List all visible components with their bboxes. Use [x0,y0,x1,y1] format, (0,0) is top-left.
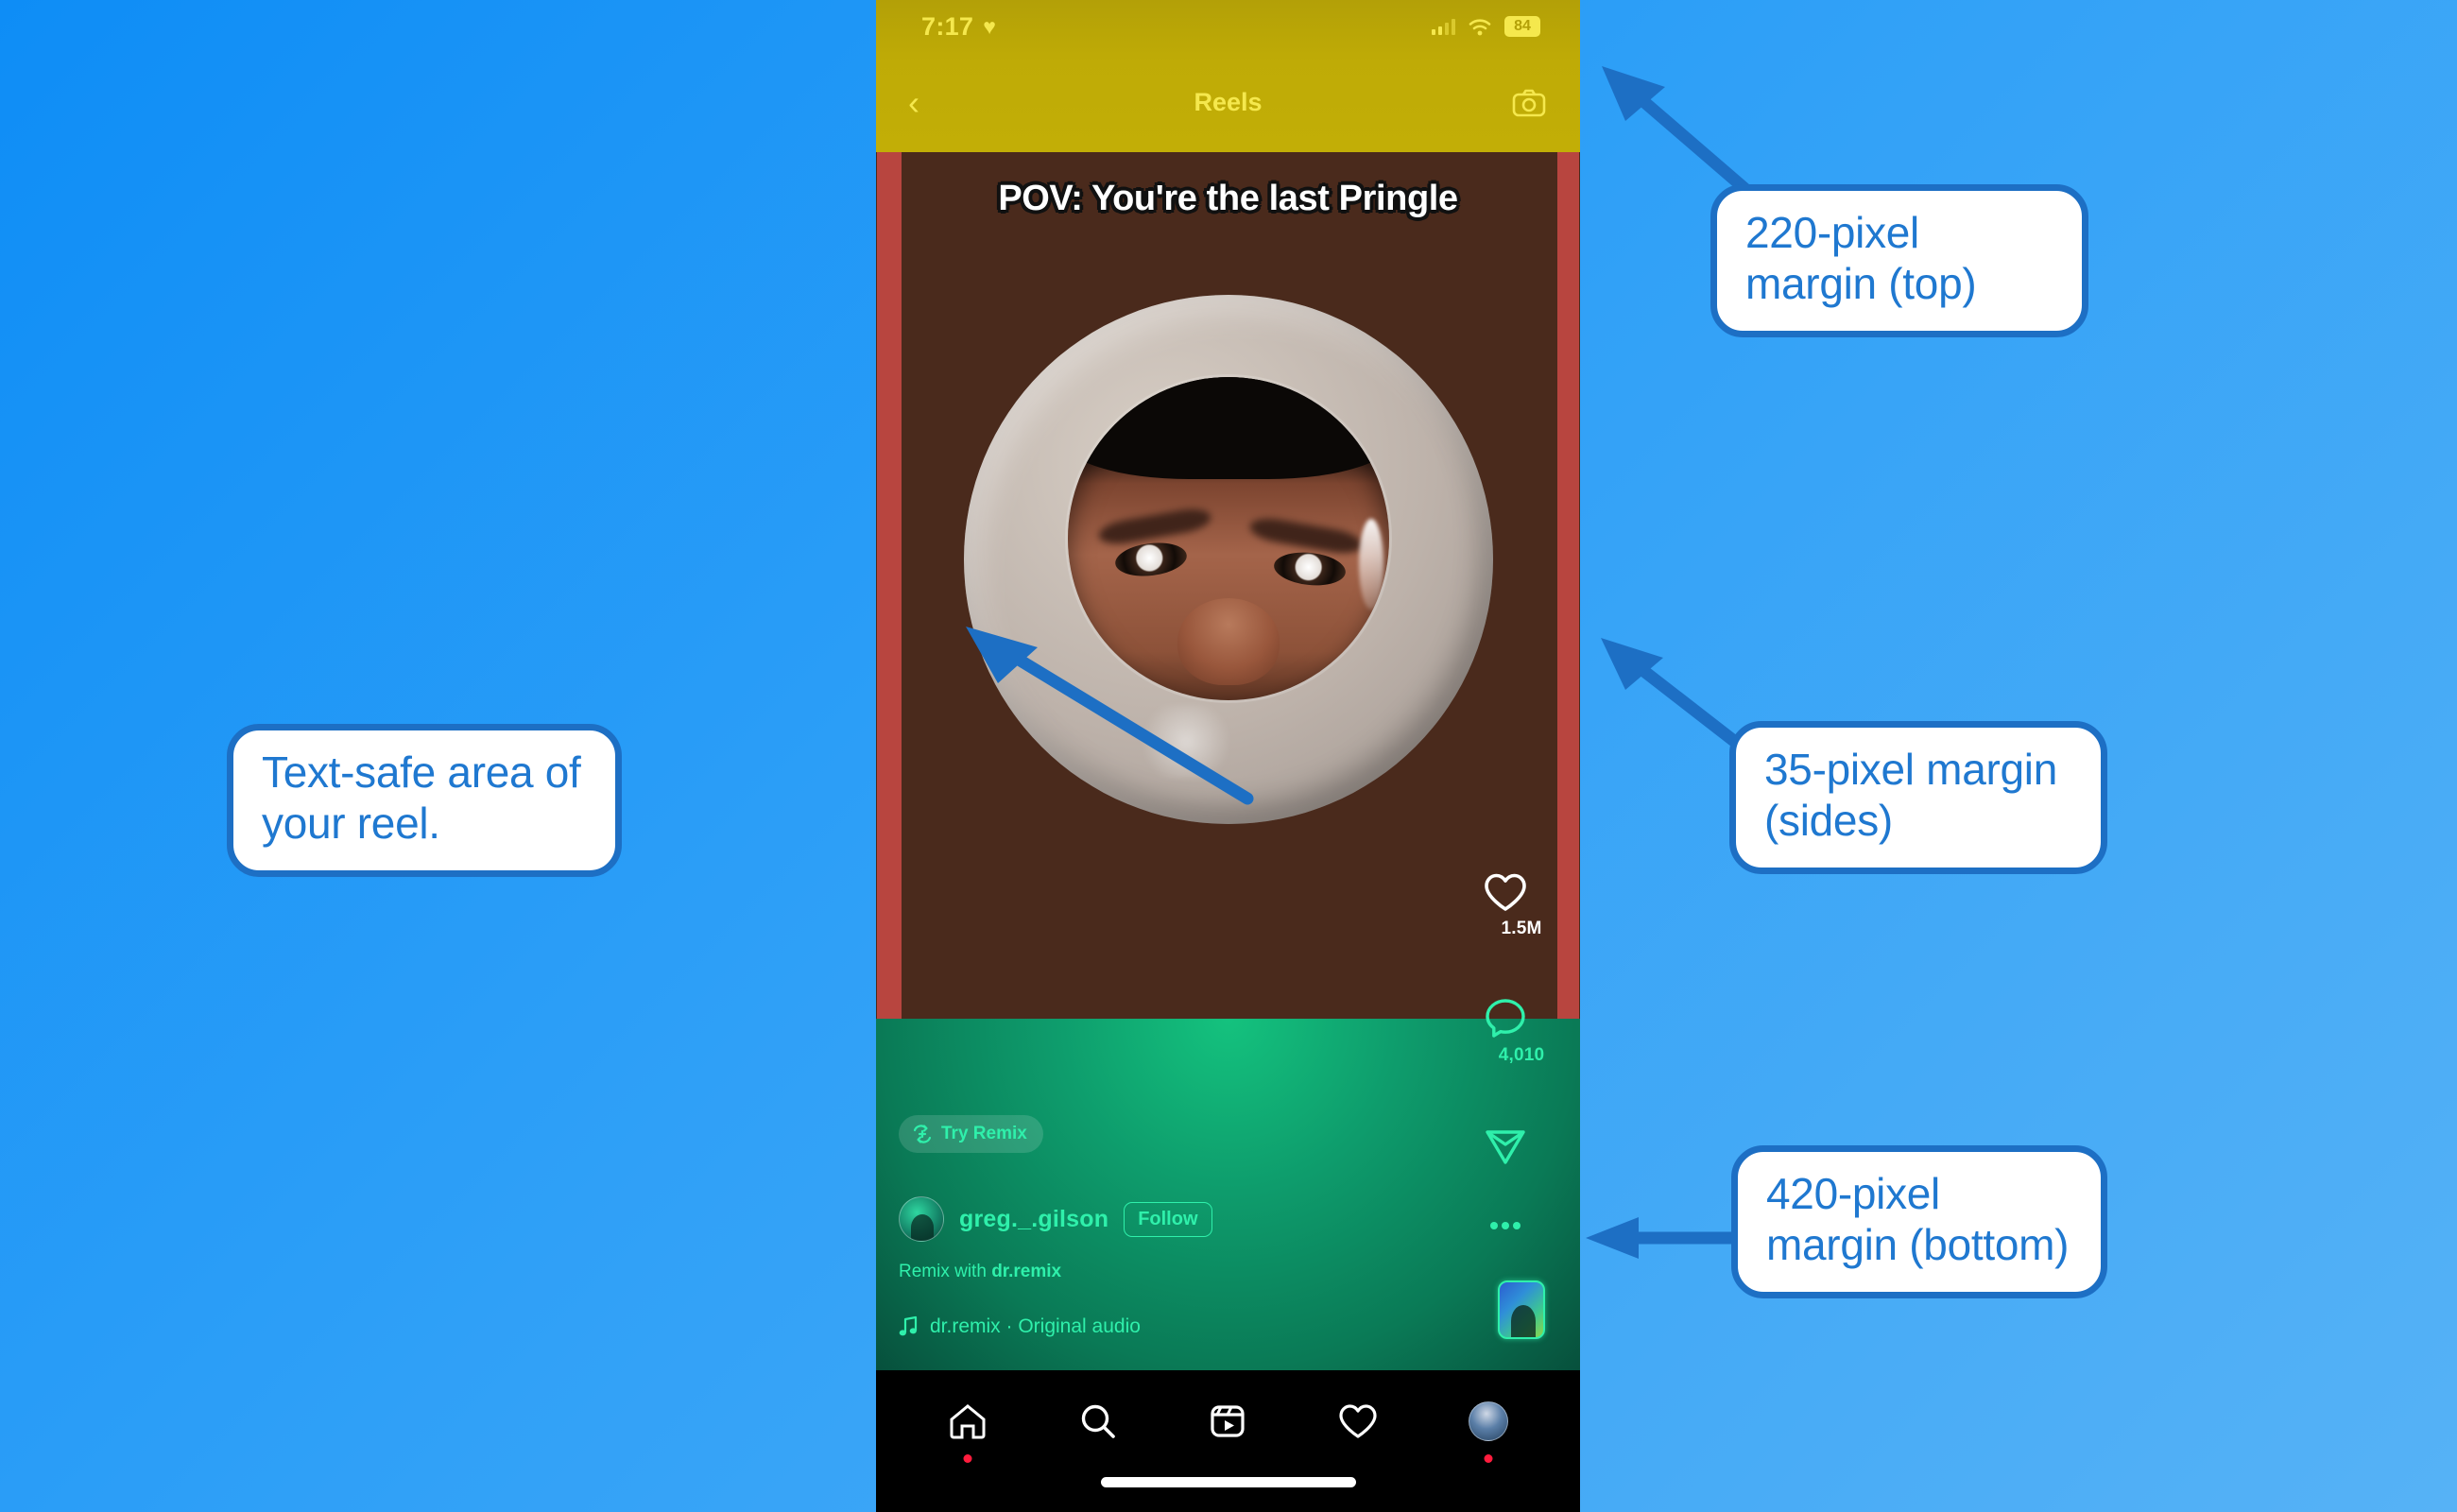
heart-icon [1339,1404,1377,1438]
reel-author-row[interactable]: greg._.gilson Follow [899,1196,1212,1242]
safe-margin-zone-top: 7:17 ♥ 84 ‹ Reels [876,0,1580,152]
username-label[interactable]: greg._.gilson [959,1206,1108,1233]
nav-item-reels[interactable] [1197,1391,1258,1452]
like-button[interactable]: 1.5M [1484,872,1559,939]
comment-bubble-icon [1486,999,1525,1038]
try-remix-label: Try Remix [941,1124,1027,1143]
ellipsis-icon [1490,1222,1521,1229]
remix-with-name[interactable]: dr.remix [991,1262,1061,1281]
audio-thumbnail-button[interactable] [1484,1280,1559,1339]
arrow-to-bottom-margin [1580,1217,1743,1259]
battery-indicator: 84 [1504,16,1540,37]
music-note-icon [899,1315,918,1338]
heart-icon [1485,873,1526,911]
paper-plane-icon [1486,1130,1525,1164]
callout-top-margin: 220-pixel margin (top) [1710,184,2088,337]
arrow-to-side-margin [1580,633,1745,756]
status-bar: 7:17 ♥ 84 [876,0,1580,53]
page-title: Reels [1194,88,1263,116]
arrow-to-text-safe-area [936,619,1257,808]
camera-icon[interactable] [1512,89,1546,117]
audio-attribution-row[interactable]: dr.remix · Original audio [899,1315,1141,1338]
nav-item-profile[interactable] [1458,1391,1519,1463]
nav-item-search[interactable] [1068,1391,1128,1452]
more-options-button[interactable] [1484,1219,1559,1232]
home-indicator[interactable] [1100,1477,1356,1487]
heart-icon: ♥ [983,13,997,39]
reel-overlay-text: POV: You're the last Pringle [998,179,1458,218]
reel-video[interactable]: POV: You're the last Pringle [876,152,1580,1019]
notification-dot [963,1454,972,1463]
callout-text-safe-area: Text-safe area of your reel. [227,724,622,877]
share-button[interactable] [1484,1125,1559,1166]
safe-margin-bar-right [1557,152,1579,1019]
nav-item-activity[interactable] [1328,1391,1388,1452]
profile-avatar-icon [1469,1401,1509,1441]
remix-with-label[interactable]: Remix with dr.remix [899,1262,1061,1282]
nav-item-home[interactable] [937,1391,998,1463]
home-icon [950,1404,986,1439]
wifi-icon [1468,18,1492,36]
notification-dot [1484,1454,1493,1463]
try-remix-button[interactable]: Try Remix [899,1115,1043,1153]
status-left-group: 7:17 ♥ [921,12,996,42]
bottom-navigation-bar [876,1370,1580,1512]
callout-side-margin: 35-pixel margin (sides) [1729,721,2107,874]
callout-bottom-margin: 420-pixel margin (bottom) [1731,1145,2107,1298]
status-time: 7:17 [921,11,974,41]
status-right-group: 84 [1431,16,1540,37]
follow-button[interactable]: Follow [1124,1201,1212,1237]
like-count: 1.5M [1501,919,1542,938]
search-icon [1081,1404,1115,1438]
remix-icon [912,1124,933,1144]
comment-button[interactable]: 4,010 [1484,997,1559,1066]
reels-icon [1211,1405,1246,1437]
chevron-left-icon[interactable]: ‹ [908,85,919,120]
comment-count: 4,010 [1498,1045,1545,1065]
cellular-signal-icon [1431,18,1455,35]
audio-thumbnail-icon [1498,1280,1545,1339]
avatar[interactable] [899,1196,944,1242]
reels-header: ‹ Reels [876,53,1580,152]
safe-margin-bar-left [877,152,902,1019]
audio-label: dr.remix · Original audio [930,1315,1141,1337]
remix-with-prefix: Remix with [899,1262,992,1281]
